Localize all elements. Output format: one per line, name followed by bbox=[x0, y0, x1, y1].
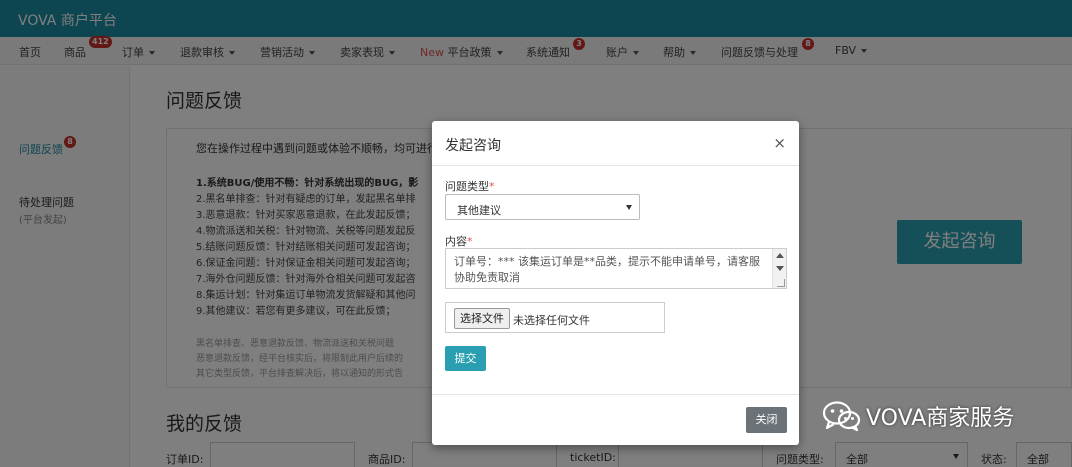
close-button[interactable]: 关闭 bbox=[746, 407, 787, 433]
issue-type-dropdown-value: 其他建议 bbox=[457, 204, 501, 217]
modal-title: 发起咨询 bbox=[445, 138, 501, 154]
content-label-text: 内容 bbox=[445, 235, 467, 248]
content-text: 订单号：*** 该集运订单是**品类，提示不能申请单号，请客服协助免责取消 bbox=[454, 255, 760, 284]
chevron-down-icon bbox=[626, 205, 632, 210]
required-mark: * bbox=[467, 235, 473, 248]
file-upload: 选择文件 未选择任何文件 bbox=[445, 302, 665, 333]
content-textarea[interactable]: 订单号：*** 该集运订单是**品类，提示不能申请单号，请客服协助免责取消 bbox=[445, 248, 787, 289]
resize-grip-icon[interactable] bbox=[777, 279, 785, 287]
file-status: 未选择任何文件 bbox=[513, 314, 590, 327]
choose-file-button[interactable]: 选择文件 bbox=[454, 308, 510, 329]
type-label-text: 问题类型 bbox=[445, 180, 489, 193]
close-icon[interactable]: × bbox=[773, 134, 786, 152]
wechat-icon bbox=[822, 401, 861, 432]
issue-type-dropdown[interactable]: 其他建议 bbox=[445, 194, 640, 220]
type-field-label: 问题类型* bbox=[445, 178, 495, 194]
divider bbox=[432, 394, 799, 395]
scroll-down-icon[interactable] bbox=[776, 266, 784, 271]
required-mark: * bbox=[489, 180, 495, 193]
content-field-label: 内容* bbox=[445, 233, 473, 249]
inquiry-modal: 发起咨询 × 问题类型* 其他建议 内容* 订单号：*** 该集运订单是**品类… bbox=[432, 121, 799, 445]
submit-button[interactable]: 提交 bbox=[445, 346, 486, 371]
watermark-text: VOVA商家服务 bbox=[866, 406, 1015, 431]
scroll-up-icon[interactable] bbox=[776, 253, 784, 258]
divider bbox=[432, 165, 799, 166]
